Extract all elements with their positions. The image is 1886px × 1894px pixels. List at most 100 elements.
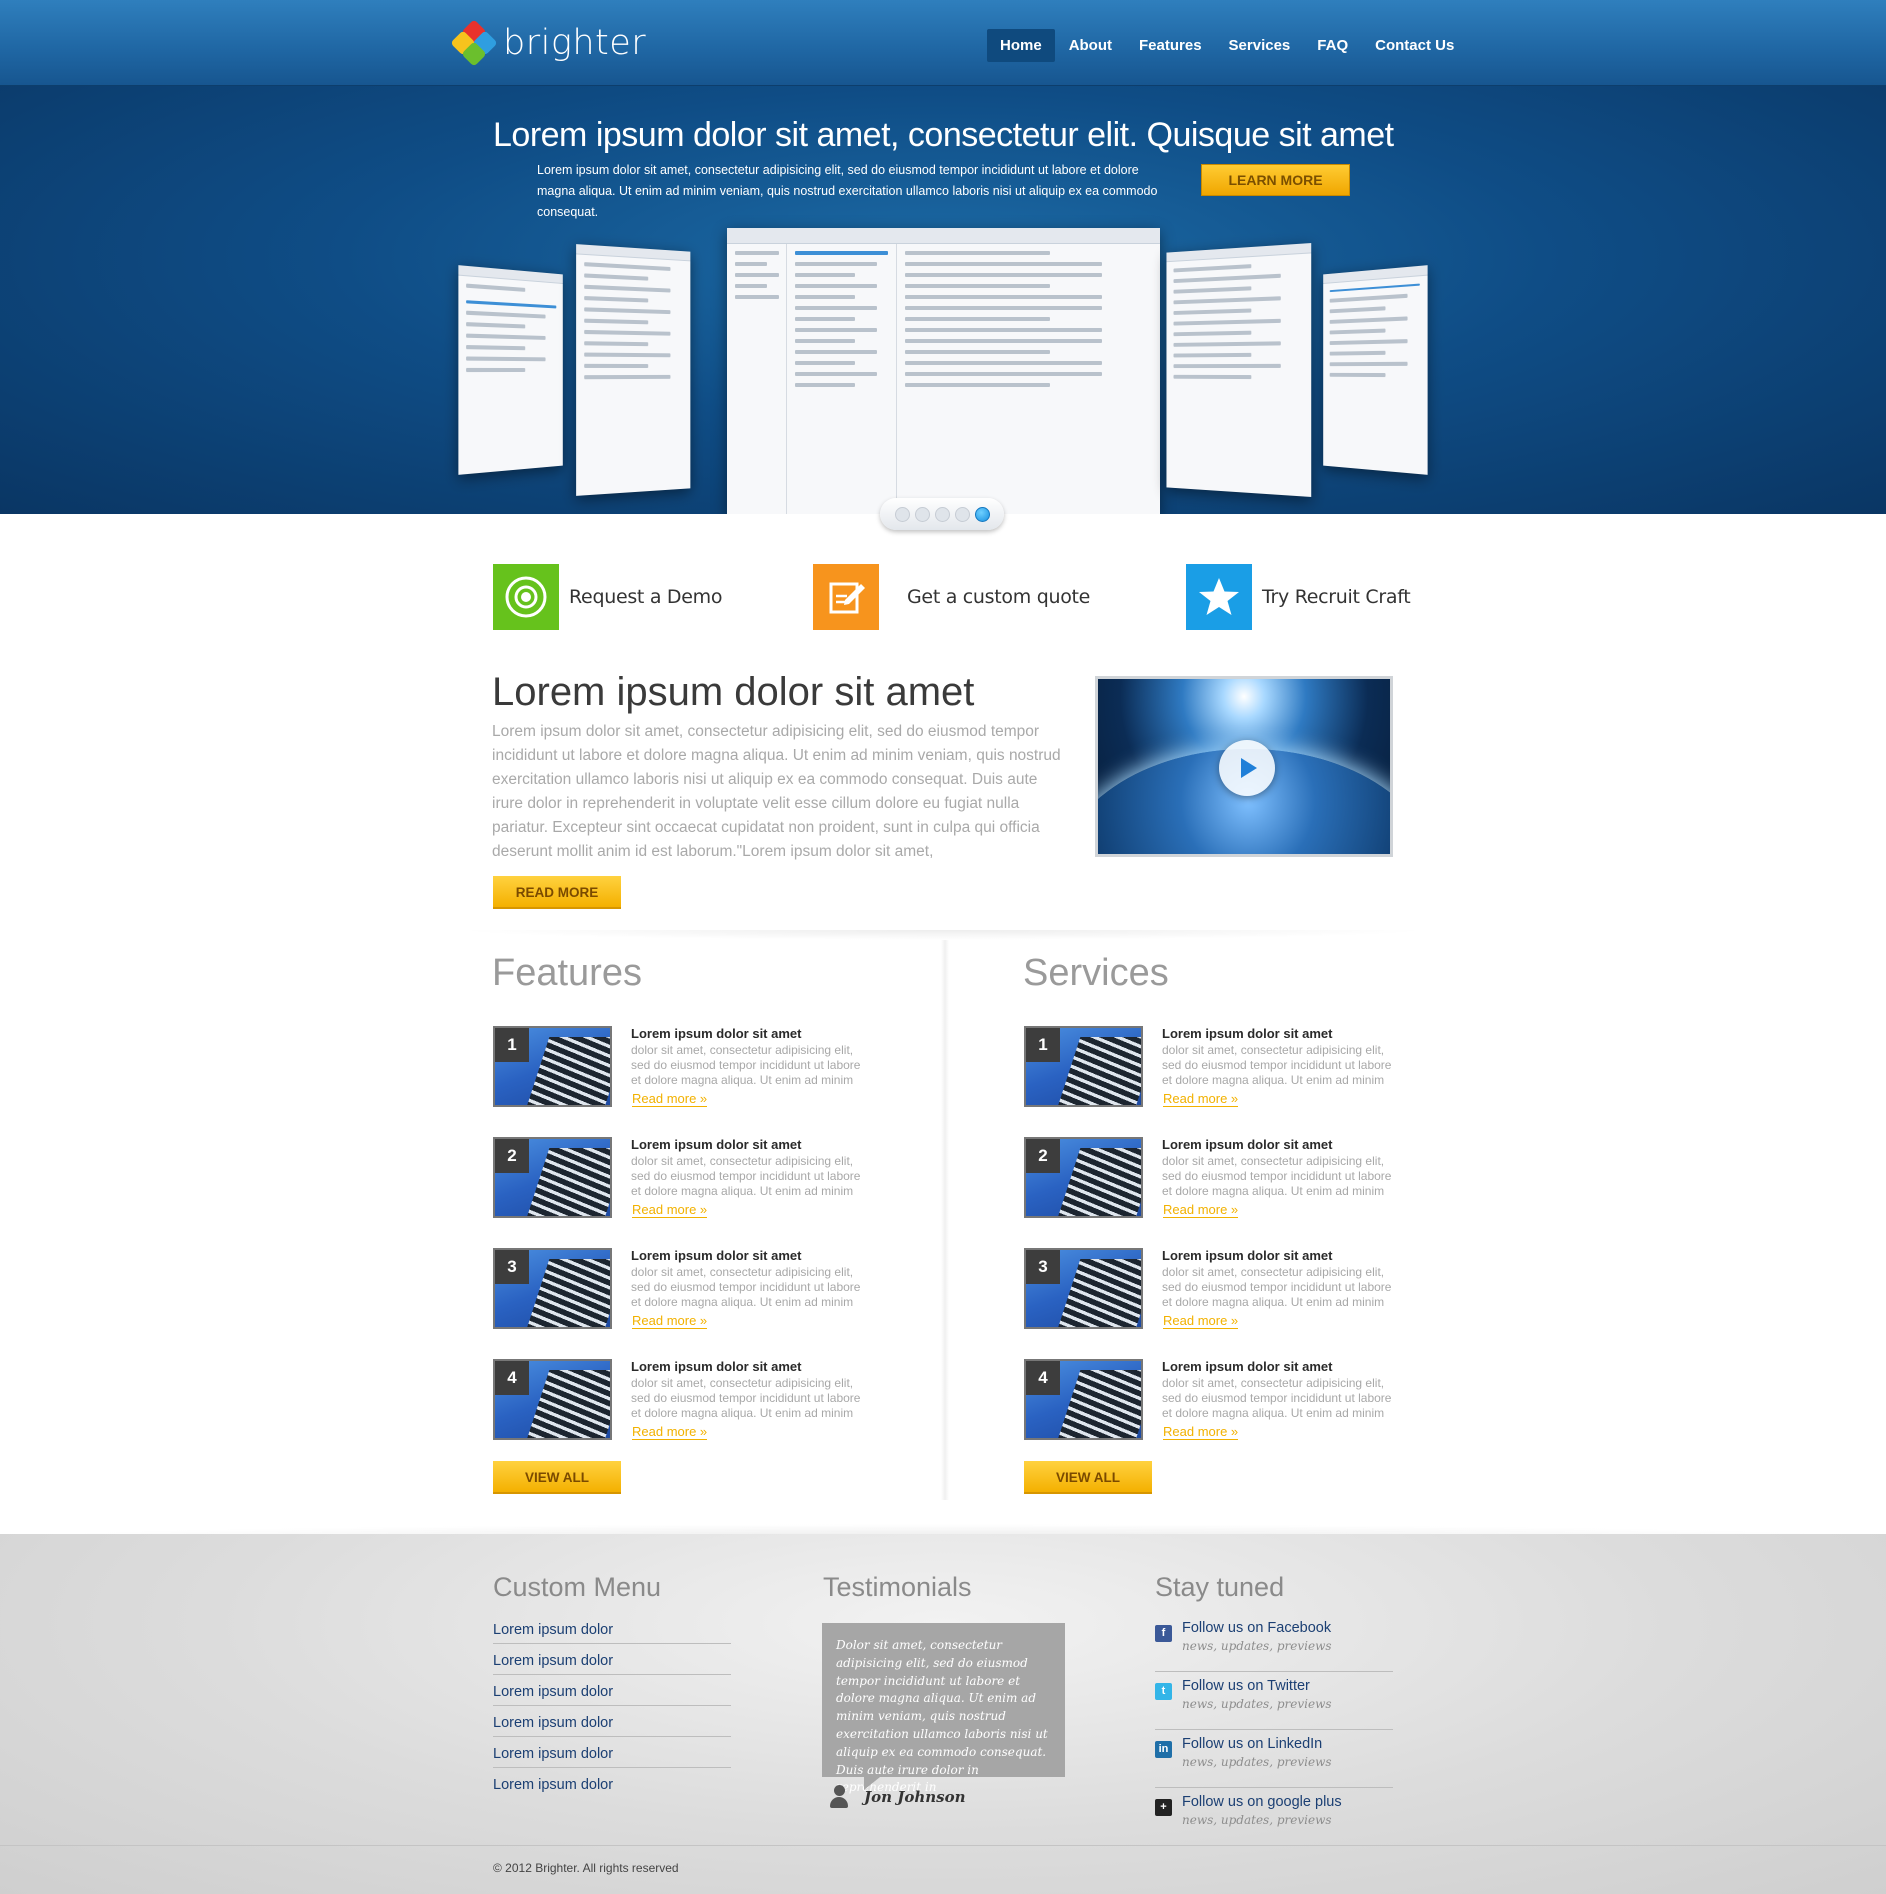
item-number: 1: [1026, 1028, 1060, 1062]
read-more-link[interactable]: Read more »: [1163, 1203, 1239, 1218]
service-item: 2 Lorem ipsum dolor sit amet dolor sit a…: [1024, 1137, 1484, 1248]
nav-features[interactable]: Features: [1126, 29, 1215, 62]
features-list: 1 Lorem ipsum dolor sit amet dolor sit a…: [493, 1026, 953, 1470]
custom-menu: Lorem ipsum dolor Lorem ipsum dolor Lore…: [493, 1613, 731, 1799]
read-more-button[interactable]: READ MORE: [493, 876, 621, 909]
try-recruit-craft-link[interactable]: Try Recruit Craft: [1186, 564, 1411, 630]
item-text: dolor sit amet, consectetur adipisicing …: [631, 1043, 861, 1087]
building-thumbnail[interactable]: 2: [493, 1137, 612, 1218]
hero-banner: Lorem ipsum dolor sit amet, consectetur …: [0, 86, 1886, 514]
read-more-link[interactable]: Read more »: [632, 1092, 708, 1107]
item-number: 2: [495, 1139, 529, 1173]
item-number: 1: [495, 1028, 529, 1062]
feature-item: 3 Lorem ipsum dolor sit amet dolor sit a…: [493, 1248, 953, 1359]
facebook-icon: f: [1155, 1625, 1172, 1642]
testimonial-quote: Dolor sit amet, consectetur adipisicing …: [822, 1623, 1065, 1794]
custom-menu-item[interactable]: Lorem ipsum dolor: [493, 1675, 731, 1706]
author-name: Jon Johnson: [864, 1788, 966, 1806]
slider-dot[interactable]: [914, 506, 930, 522]
intro-text: Lorem ipsum dolor sit amet, consectetur …: [492, 723, 1061, 860]
intro-title: Lorem ipsum dolor sit amet: [492, 670, 975, 714]
social-sub: news, updates, previews: [1182, 1813, 1332, 1827]
nav-contact[interactable]: Contact Us: [1362, 29, 1467, 62]
custom-menu-item[interactable]: Lorem ipsum dolor: [493, 1644, 731, 1675]
feature-item: 2 Lorem ipsum dolor sit amet dolor sit a…: [493, 1137, 953, 1248]
item-number: 4: [1026, 1361, 1060, 1395]
item-text: dolor sit amet, consectetur adipisicing …: [631, 1376, 861, 1420]
item-number: 2: [1026, 1139, 1060, 1173]
read-more-link[interactable]: Read more »: [1163, 1425, 1239, 1440]
feature-item: 4 Lorem ipsum dolor sit amet dolor sit a…: [493, 1359, 953, 1470]
building-thumbnail[interactable]: 3: [1024, 1248, 1143, 1329]
social-label: Follow us on LinkedIn: [1182, 1736, 1323, 1752]
custom-menu-item[interactable]: Lorem ipsum dolor: [493, 1768, 731, 1799]
building-thumbnail[interactable]: 1: [493, 1026, 612, 1107]
custom-menu-item[interactable]: Lorem ipsum dolor: [493, 1706, 731, 1737]
testimonial-author: Jon Johnson: [830, 1785, 966, 1809]
building-thumbnail[interactable]: 1: [1024, 1026, 1143, 1107]
services-list: 1 Lorem ipsum dolor sit amet dolor sit a…: [1024, 1026, 1484, 1470]
read-more-link[interactable]: Read more »: [1163, 1092, 1239, 1107]
request-demo-label: Request a Demo: [569, 586, 723, 608]
custom-menu-item[interactable]: Lorem ipsum dolor: [493, 1613, 731, 1644]
try-recruit-craft-label: Try Recruit Craft: [1262, 586, 1411, 608]
top-bar: brighter Home About Features Services FA…: [0, 0, 1886, 86]
nav-faq[interactable]: FAQ: [1304, 29, 1361, 62]
features-view-all-button[interactable]: VIEW ALL: [493, 1461, 621, 1494]
custom-menu-item[interactable]: Lorem ipsum dolor: [493, 1737, 731, 1768]
custom-quote-link[interactable]: Get a custom quote: [813, 564, 1090, 630]
slider-dot[interactable]: [934, 506, 950, 522]
slider-pagination: [880, 498, 1004, 530]
item-title: Lorem ipsum dolor sit amet: [631, 1137, 802, 1152]
custom-menu-title: Custom Menu: [493, 1572, 662, 1602]
social-twitter[interactable]: t Follow us on Twitter news, updates, pr…: [1155, 1672, 1393, 1730]
item-title: Lorem ipsum dolor sit amet: [1162, 1359, 1333, 1374]
hero-screenshot-5: [1323, 265, 1428, 475]
request-demo-link[interactable]: Request a Demo: [493, 564, 722, 630]
social-facebook[interactable]: f Follow us on Facebook news, updates, p…: [1155, 1614, 1393, 1672]
hero-screenshot-2: [576, 244, 691, 496]
play-icon[interactable]: [1219, 740, 1275, 796]
logo-mark-icon: [450, 19, 498, 67]
item-text: dolor sit amet, consectetur adipisicing …: [631, 1154, 861, 1198]
slider-dot-active[interactable]: [974, 506, 990, 522]
item-text: dolor sit amet, consectetur adipisicing …: [631, 1265, 861, 1309]
google-plus-icon: +: [1155, 1799, 1172, 1816]
social-google-plus[interactable]: + Follow us on google plus news, updates…: [1155, 1788, 1393, 1846]
services-view-all-button[interactable]: VIEW ALL: [1024, 1461, 1152, 1494]
item-text: dolor sit amet, consectetur adipisicing …: [1162, 1376, 1392, 1420]
building-thumbnail[interactable]: 3: [493, 1248, 612, 1329]
target-icon: [493, 564, 559, 630]
hero-subtitle: Lorem ipsum dolor sit amet, consectetur …: [537, 163, 1158, 219]
main-nav: Home About Features Services FAQ Contact…: [987, 29, 1468, 62]
building-thumbnail[interactable]: 4: [1024, 1359, 1143, 1440]
read-more-link[interactable]: Read more »: [632, 1203, 708, 1218]
testimonials-title: Testimonials: [823, 1572, 972, 1602]
service-item: 1 Lorem ipsum dolor sit amet dolor sit a…: [1024, 1026, 1484, 1137]
video-player[interactable]: [1095, 676, 1393, 857]
slider-dot[interactable]: [894, 506, 910, 522]
nav-about[interactable]: About: [1056, 29, 1125, 62]
nav-services[interactable]: Services: [1216, 29, 1304, 62]
read-more-link[interactable]: Read more »: [632, 1425, 708, 1440]
service-item: 3 Lorem ipsum dolor sit amet dolor sit a…: [1024, 1248, 1484, 1359]
item-title: Lorem ipsum dolor sit amet: [1162, 1026, 1333, 1041]
nav-home[interactable]: Home: [987, 29, 1055, 62]
building-thumbnail[interactable]: 4: [493, 1359, 612, 1440]
social-sub: news, updates, previews: [1182, 1697, 1332, 1711]
learn-more-button[interactable]: LEARN MORE: [1201, 164, 1350, 196]
item-text: dolor sit amet, consectetur adipisicing …: [1162, 1265, 1392, 1309]
user-icon: [830, 1785, 848, 1809]
read-more-link[interactable]: Read more »: [1163, 1314, 1239, 1329]
section-divider: [452, 930, 1434, 940]
services-title: Services: [1023, 952, 1169, 994]
item-text: dolor sit amet, consectetur adipisicing …: [1162, 1154, 1392, 1198]
read-more-link[interactable]: Read more »: [632, 1314, 708, 1329]
feature-item: 1 Lorem ipsum dolor sit amet dolor sit a…: [493, 1026, 953, 1137]
slider-dot[interactable]: [954, 506, 970, 522]
social-linkedin[interactable]: in Follow us on LinkedIn news, updates, …: [1155, 1730, 1393, 1788]
item-number: 4: [495, 1361, 529, 1395]
service-item: 4 Lorem ipsum dolor sit amet dolor sit a…: [1024, 1359, 1484, 1470]
logo[interactable]: brighter: [450, 19, 646, 67]
building-thumbnail[interactable]: 2: [1024, 1137, 1143, 1218]
